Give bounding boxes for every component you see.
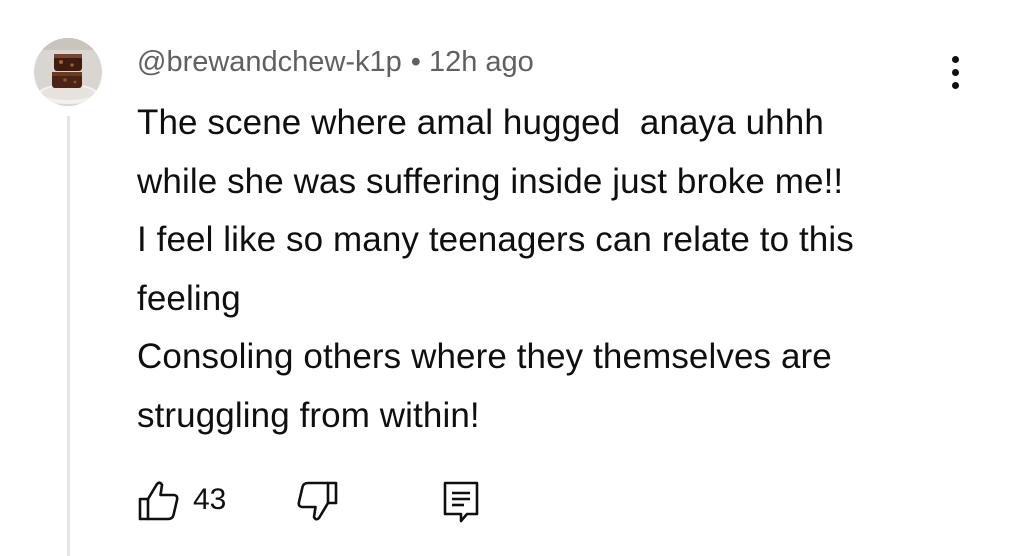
comment-line: Consoling others where they themselves a… bbox=[137, 337, 832, 376]
comment-header: @brewandchew-k1p • 12h ago bbox=[137, 44, 534, 80]
thread-line bbox=[67, 116, 70, 556]
comment-text: The scene where amal hugged anaya uhhh w… bbox=[137, 94, 997, 445]
thumbs-up-icon bbox=[138, 481, 179, 521]
like-button[interactable]: 43 bbox=[137, 476, 247, 526]
comment-timestamp[interactable]: 12h ago bbox=[429, 46, 534, 78]
comment-line: The scene where amal hugged anaya uhhh bbox=[137, 103, 824, 142]
like-count: 43 bbox=[193, 483, 227, 516]
meta-separator: • bbox=[410, 46, 421, 78]
comment-line: feeling bbox=[137, 278, 241, 318]
reply-comment-icon bbox=[443, 481, 479, 523]
dislike-button[interactable] bbox=[295, 476, 345, 526]
comment-line: struggling from within! bbox=[137, 395, 480, 435]
comment-line: I feel like so many teenagers can relate… bbox=[137, 220, 854, 259]
more-vertical-icon-dot bbox=[952, 82, 959, 89]
brownie-avatar-image bbox=[34, 38, 102, 106]
comment-line: while she was suffering inside just brok… bbox=[137, 161, 844, 201]
more-vertical-icon-dot bbox=[952, 56, 959, 63]
author-name[interactable]: @brewandchew-k1p bbox=[137, 46, 402, 78]
reply-button[interactable] bbox=[441, 476, 491, 526]
comment: @brewandchew-k1p • 12h ago The scene where… bbox=[0, 0, 1024, 556]
avatar[interactable] bbox=[34, 38, 102, 106]
more-options-button[interactable] bbox=[936, 48, 976, 96]
more-vertical-icon-dot bbox=[952, 69, 959, 76]
thumbs-down-icon bbox=[297, 481, 338, 521]
